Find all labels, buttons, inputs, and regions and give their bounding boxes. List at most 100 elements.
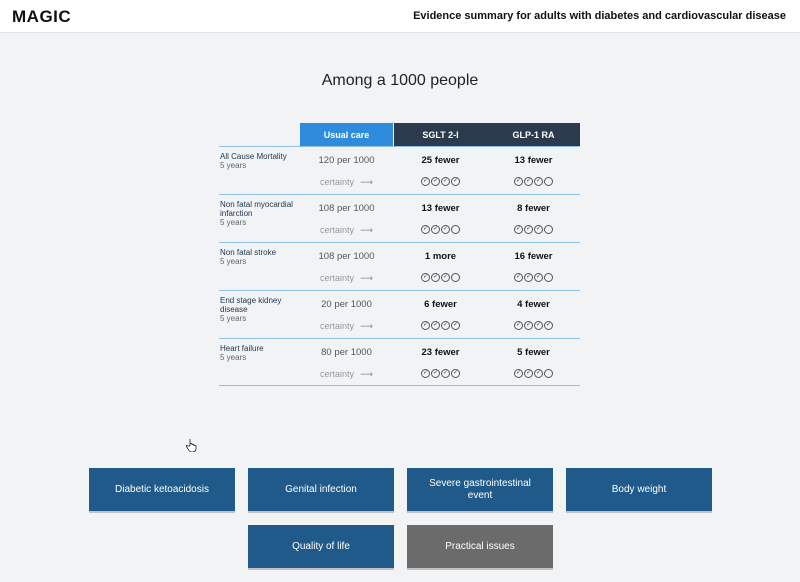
certainty-dot-icon: ✓ bbox=[534, 369, 543, 378]
outcome-duration: 5 years bbox=[220, 314, 247, 323]
table-row[interactable]: End stage kidney disease 5 years 20 per 10… bbox=[219, 290, 580, 338]
certainty-dot-icon: ✓ bbox=[421, 177, 430, 186]
severe-gi-event-button[interactable]: Severe gastrointestinal event bbox=[407, 468, 553, 511]
usual-care-value: 20 per 1000 bbox=[321, 299, 372, 310]
column-header-glp1ra: GLP-1 RA bbox=[487, 123, 580, 146]
certainty-dot-icon: ✓ bbox=[514, 177, 523, 186]
certainty-dot-icon bbox=[451, 273, 460, 282]
sglt2i-value: 25 fewer bbox=[421, 155, 460, 166]
certainty-dot-icon: ✓ bbox=[514, 369, 523, 378]
certainty-dot-icon: ✓ bbox=[524, 225, 533, 234]
sglt2i-value: 6 fewer bbox=[424, 299, 457, 310]
usual-care-value: 108 per 1000 bbox=[318, 251, 375, 262]
certainty-dot-icon bbox=[544, 225, 553, 234]
table-row[interactable]: Heart failure 5 years 80 per 1000 23 fewer 5… bbox=[219, 338, 580, 386]
certainty-label: certainty ⟶ bbox=[300, 369, 393, 380]
outcome-label: End stage kidney disease 5 years bbox=[220, 296, 302, 323]
outcome-name: Non fatal myocardial infarction bbox=[220, 200, 293, 218]
outcome-name: Non fatal stroke bbox=[220, 248, 277, 257]
certainty-dot-icon: ✓ bbox=[451, 177, 460, 186]
certainty-label: certainty ⟶ bbox=[300, 273, 393, 284]
outcome-name: Heart failure bbox=[220, 344, 264, 353]
outcome-duration: 5 years bbox=[220, 257, 247, 266]
arrow-right-icon: ⟶ bbox=[360, 225, 373, 235]
outcome-label: Heart failure 5 years bbox=[220, 344, 302, 362]
table-body: All Cause Mortality 5 years 120 per 1000 25… bbox=[219, 146, 580, 386]
header-title: Evidence summary for adults with diabete… bbox=[413, 10, 786, 22]
sglt2i-value: 1 more bbox=[424, 251, 457, 262]
outcome-duration: 5 years bbox=[220, 353, 247, 362]
glp1ra-value: 5 fewer bbox=[517, 347, 550, 358]
certainty-dot-icon: ✓ bbox=[534, 177, 543, 186]
quality-of-life-button[interactable]: Quality of life bbox=[248, 525, 394, 568]
glp1ra-certainty: ✓ ✓ ✓ bbox=[487, 369, 580, 378]
certainty-dot-icon: ✓ bbox=[514, 273, 523, 282]
certainty-dot-icon: ✓ bbox=[524, 177, 533, 186]
sglt2i-certainty: ✓ ✓ ✓ ✓ bbox=[394, 369, 487, 378]
arrow-right-icon: ⟶ bbox=[360, 177, 373, 187]
arrow-right-icon: ⟶ bbox=[360, 273, 373, 283]
column-header-sglt2i: SGLT 2-I bbox=[394, 123, 487, 146]
certainty-dot-icon: ✓ bbox=[514, 225, 523, 234]
sglt2i-value: 23 fewer bbox=[421, 347, 460, 358]
sglt2i-certainty: ✓ ✓ ✓ bbox=[394, 225, 487, 234]
certainty-text: certainty bbox=[320, 369, 355, 379]
certainty-dot-icon: ✓ bbox=[441, 321, 450, 330]
body-weight-button[interactable]: Body weight bbox=[566, 468, 712, 511]
certainty-dot-icon: ✓ bbox=[431, 321, 440, 330]
certainty-text: certainty bbox=[320, 177, 355, 187]
genital-infection-button[interactable]: Genital infection bbox=[248, 468, 394, 511]
certainty-dot-icon bbox=[544, 177, 553, 186]
certainty-dot-icon: ✓ bbox=[451, 369, 460, 378]
certainty-dot-icon: ✓ bbox=[514, 321, 523, 330]
glp1ra-certainty: ✓ ✓ ✓ ✓ bbox=[487, 321, 580, 330]
logo[interactable]: MAGIC bbox=[12, 7, 71, 27]
table-row[interactable]: Non fatal stroke 5 years 108 per 1000 1 mor… bbox=[219, 242, 580, 290]
certainty-label: certainty ⟶ bbox=[300, 177, 393, 188]
outcome-name: End stage kidney disease bbox=[220, 296, 282, 314]
certainty-dot-icon: ✓ bbox=[431, 273, 440, 282]
certainty-dot-icon: ✓ bbox=[421, 321, 430, 330]
outcome-duration: 5 years bbox=[220, 161, 247, 170]
certainty-dot-icon: ✓ bbox=[441, 225, 450, 234]
certainty-dot-icon bbox=[451, 225, 460, 234]
certainty-label: certainty ⟶ bbox=[300, 321, 393, 332]
certainty-dot-icon: ✓ bbox=[524, 321, 533, 330]
diabetic-ketoacidosis-button[interactable]: Diabetic ketoacidosis bbox=[89, 468, 235, 511]
certainty-dot-icon: ✓ bbox=[534, 273, 543, 282]
sglt2i-value: 13 fewer bbox=[421, 203, 460, 214]
glp1ra-certainty: ✓ ✓ ✓ bbox=[487, 177, 580, 186]
certainty-dot-icon: ✓ bbox=[441, 177, 450, 186]
practical-issues-button[interactable]: Practical issues bbox=[407, 525, 553, 568]
outcome-duration: 5 years bbox=[220, 218, 247, 227]
outcome-name: All Cause Mortality bbox=[220, 152, 287, 161]
table-row[interactable]: All Cause Mortality 5 years 120 per 1000 25… bbox=[219, 146, 580, 194]
certainty-dot-icon: ✓ bbox=[524, 273, 533, 282]
outcome-label: Non fatal stroke 5 years bbox=[220, 248, 302, 266]
certainty-dot-icon: ✓ bbox=[524, 369, 533, 378]
certainty-dot-icon bbox=[544, 369, 553, 378]
evidence-table: Usual care SGLT 2-I GLP-1 RA All Cause M… bbox=[219, 123, 580, 386]
certainty-dot-icon: ✓ bbox=[421, 369, 430, 378]
certainty-dot-icon: ✓ bbox=[534, 225, 543, 234]
certainty-text: certainty bbox=[320, 321, 355, 331]
certainty-dot-icon: ✓ bbox=[451, 321, 460, 330]
glp1ra-value: 4 fewer bbox=[517, 299, 550, 310]
arrow-right-icon: ⟶ bbox=[360, 321, 373, 331]
certainty-dot-icon: ✓ bbox=[431, 369, 440, 378]
usual-care-value: 120 per 1000 bbox=[318, 155, 375, 166]
certainty-text: certainty bbox=[320, 225, 355, 235]
hand-pointer-icon bbox=[186, 439, 197, 452]
certainty-dot-icon: ✓ bbox=[534, 321, 543, 330]
certainty-text: certainty bbox=[320, 273, 355, 283]
sglt2i-certainty: ✓ ✓ ✓ ✓ bbox=[394, 321, 487, 330]
certainty-dot-icon: ✓ bbox=[431, 225, 440, 234]
certainty-dot-icon bbox=[544, 273, 553, 282]
usual-care-value: 108 per 1000 bbox=[318, 203, 375, 214]
app-header: MAGIC Evidence summary for adults with d… bbox=[0, 0, 800, 33]
glp1ra-certainty: ✓ ✓ ✓ bbox=[487, 225, 580, 234]
column-headers: Usual care SGLT 2-I GLP-1 RA bbox=[219, 123, 580, 146]
outcome-label: Non fatal myocardial infarction 5 years bbox=[220, 200, 302, 227]
table-row[interactable]: Non fatal myocardial infarction 5 years 10… bbox=[219, 194, 580, 242]
certainty-dot-icon: ✓ bbox=[421, 225, 430, 234]
